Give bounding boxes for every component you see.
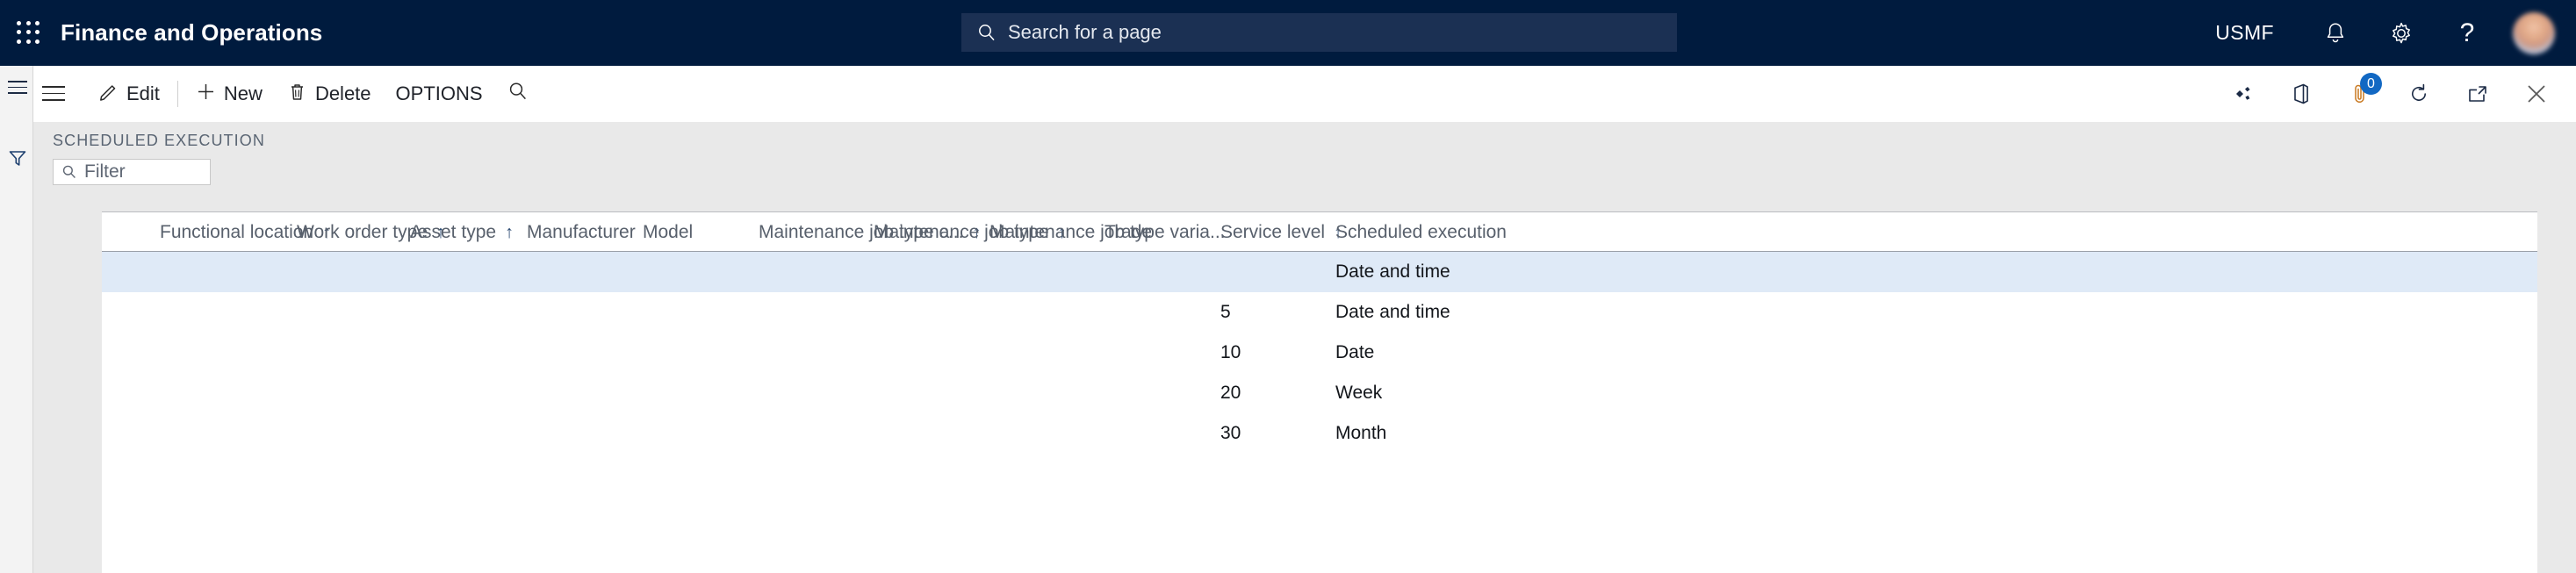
- left-rail: [0, 66, 33, 573]
- cell-scheduled-execution[interactable]: Date and time: [1335, 292, 1450, 333]
- app-title: Finance and Operations: [61, 19, 323, 46]
- search-icon: [977, 23, 997, 42]
- column-header-label: Model: [643, 221, 694, 242]
- help-question-glyph: ?: [2459, 18, 2475, 47]
- navigation-pane-toggle-icon[interactable]: [8, 81, 27, 95]
- cell-scheduled-execution[interactable]: Date: [1335, 333, 1374, 373]
- table-row[interactable]: Date and time: [102, 252, 2537, 292]
- notifications-bell-icon[interactable]: [2315, 13, 2356, 54]
- column-header-label: Asset type: [410, 221, 497, 242]
- top-nav-actions: USMF ?: [2215, 0, 2576, 66]
- action-toolbar: Edit New Delete OPTIONS 0: [33, 66, 2576, 122]
- column-header-asset-type[interactable]: Asset type ↑: [410, 212, 514, 252]
- help-icon[interactable]: ?: [2447, 13, 2487, 54]
- table-row[interactable]: 10 Date: [102, 333, 2537, 373]
- search-icon: [507, 81, 529, 107]
- column-header-scheduled-execution[interactable]: Scheduled execution: [1335, 212, 1507, 252]
- column-header-service-level[interactable]: Service level ↑: [1220, 212, 1342, 252]
- cell-service-level[interactable]: 20: [1220, 373, 1241, 413]
- filter-input[interactable]: Filter: [53, 159, 211, 185]
- new-button-label: New: [223, 82, 263, 104]
- column-header-label: Service level: [1220, 221, 1326, 242]
- options-button[interactable]: OPTIONS: [384, 75, 495, 113]
- share-flow-icon[interactable]: [2223, 75, 2262, 113]
- plus-add-icon: [196, 82, 216, 107]
- new-button[interactable]: New: [183, 75, 275, 113]
- data-grid: Functional location ↑ Work order type ↑ Asse…: [102, 211, 2537, 573]
- column-header-label: Scheduled execution: [1335, 221, 1507, 242]
- edit-button[interactable]: Edit: [86, 75, 172, 113]
- table-row[interactable]: 30 Month: [102, 413, 2537, 454]
- global-search-input[interactable]: Search for a page: [961, 13, 1677, 52]
- toolbar-menu-icon[interactable]: [42, 86, 65, 102]
- company-selector[interactable]: USMF: [2215, 21, 2274, 45]
- grid-header-row: Functional location ↑ Work order type ↑ Asse…: [102, 212, 2537, 252]
- cell-scheduled-execution[interactable]: Week: [1335, 373, 1382, 413]
- table-row[interactable]: 20 Week: [102, 373, 2537, 413]
- pencil-edit-icon: [98, 82, 119, 107]
- filter-input-placeholder: Filter: [84, 161, 126, 182]
- cell-scheduled-execution[interactable]: Month: [1335, 413, 1386, 454]
- filter-funnel-icon[interactable]: [7, 147, 28, 168]
- cell-service-level[interactable]: 10: [1220, 333, 1241, 373]
- close-icon[interactable]: [2517, 75, 2556, 113]
- settings-gear-icon[interactable]: [2381, 13, 2421, 54]
- sort-ascending-icon: ↑: [505, 222, 514, 242]
- pop-out-window-icon[interactable]: [2458, 75, 2497, 113]
- toolbar-divider: [176, 81, 178, 107]
- delete-button[interactable]: Delete: [275, 75, 384, 113]
- column-header-label: Work order type: [297, 221, 428, 242]
- page-content: SCHEDULED EXECUTION Filter Functional lo…: [33, 122, 2576, 573]
- column-header-label: Manufacturer: [527, 221, 636, 242]
- user-avatar[interactable]: [2513, 11, 2555, 54]
- refresh-icon[interactable]: [2400, 75, 2438, 113]
- search-icon: [61, 164, 77, 180]
- column-header-label: Trade: [1105, 221, 1153, 242]
- column-header-label: Functional location: [160, 221, 314, 242]
- attachments-count-badge: 0: [2360, 73, 2382, 95]
- global-search-placeholder: Search for a page: [1008, 21, 1162, 43]
- edit-button-label: Edit: [126, 82, 160, 104]
- grid-body: Date and time 5 Date and time 10 Date 20 Week 3…: [102, 252, 2537, 454]
- options-button-label: OPTIONS: [395, 82, 483, 104]
- open-in-office-icon[interactable]: [2282, 75, 2321, 113]
- cell-service-level[interactable]: 5: [1220, 292, 1231, 333]
- top-navigation-bar: Finance and Operations Search for a page…: [0, 0, 2576, 66]
- waffle-grid-icon[interactable]: [17, 20, 41, 46]
- column-header-trade[interactable]: Trade: [1105, 212, 1152, 252]
- trash-delete-icon: [287, 82, 307, 107]
- attachments-paperclip-icon[interactable]: 0: [2341, 73, 2382, 113]
- cell-service-level[interactable]: 30: [1220, 413, 1241, 454]
- column-header-model[interactable]: Model: [643, 212, 693, 252]
- delete-button-label: Delete: [314, 82, 371, 104]
- page-title: SCHEDULED EXECUTION: [53, 132, 265, 149]
- table-row[interactable]: 5 Date and time: [102, 292, 2537, 333]
- column-header-manufacturer[interactable]: Manufacturer: [527, 212, 636, 252]
- cell-scheduled-execution[interactable]: Date and time: [1335, 252, 1450, 292]
- toolbar-search-button[interactable]: [495, 75, 541, 113]
